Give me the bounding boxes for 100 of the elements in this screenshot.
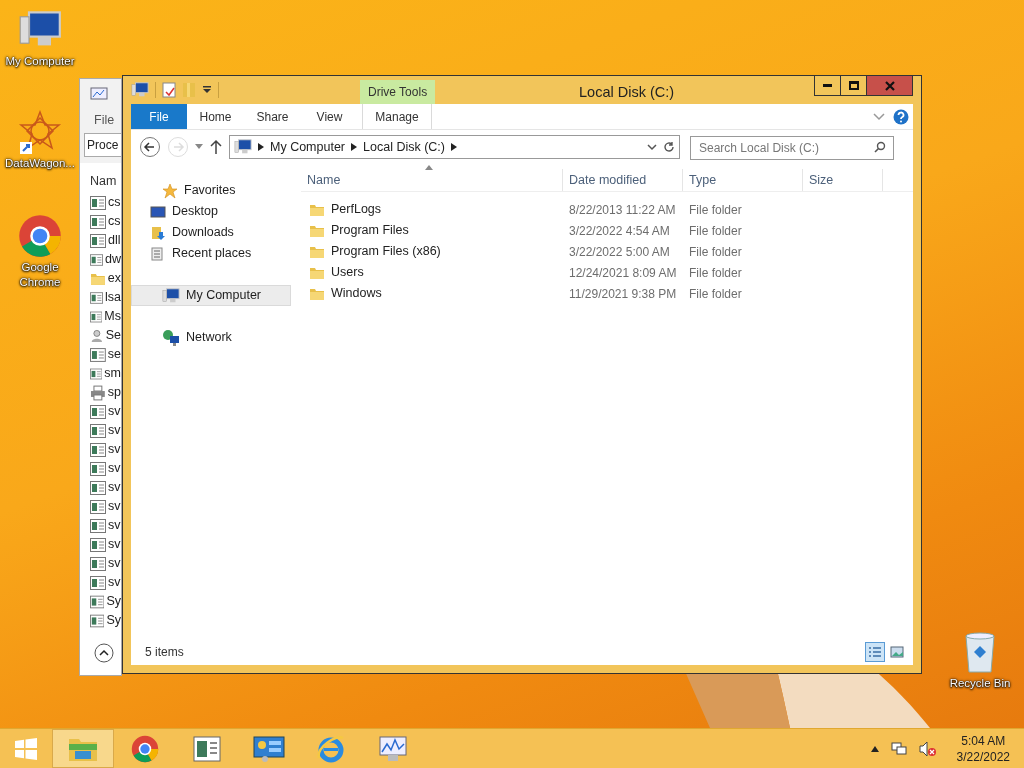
- tab[interactable]: Proce: [84, 133, 121, 157]
- nav-item[interactable]: Network: [131, 327, 291, 348]
- window-icon: [90, 233, 106, 248]
- recent-places-icon: [150, 245, 166, 262]
- column-header[interactable]: Size: [803, 169, 883, 191]
- chart-window-icon: [90, 87, 108, 103]
- process-name: sv: [108, 441, 121, 459]
- process-name: Se: [105, 327, 121, 345]
- process-name: sm: [104, 365, 121, 383]
- address-bar[interactable]: My Computer Local Disk (C:): [229, 135, 680, 159]
- chrome-icon: [18, 214, 62, 258]
- recent-locations-caret-icon[interactable]: [195, 144, 203, 150]
- process-name: Sy: [106, 593, 121, 611]
- nav-item[interactable]: Desktop: [131, 201, 291, 222]
- user-icon: [90, 327, 104, 344]
- column-header[interactable]: Date modified: [563, 169, 683, 191]
- process-name: cs: [108, 194, 121, 212]
- desktop-icon: [150, 203, 166, 220]
- taskbar-button[interactable]: [52, 729, 114, 768]
- breadcrumb-arrow-icon[interactable]: [351, 143, 358, 151]
- process-name: sv: [108, 536, 121, 554]
- process-name: Ms: [104, 308, 121, 326]
- process-name: sp: [107, 384, 121, 402]
- performance-monitor-icon: [378, 734, 408, 763]
- nav-item[interactable]: Downloads: [131, 222, 291, 243]
- ribbon-tab[interactable]: Home: [187, 104, 244, 129]
- process-name: sv: [108, 498, 121, 516]
- chevron-down-icon[interactable]: [647, 143, 657, 151]
- column-header[interactable]: Name: [301, 169, 563, 191]
- nav-item[interactable]: My Computer: [131, 285, 291, 306]
- help-icon[interactable]: [893, 108, 909, 125]
- show-hidden-icons-icon[interactable]: [870, 745, 879, 752]
- window-icon: [90, 423, 106, 438]
- breadcrumb-item[interactable]: Local Disk (C:): [363, 137, 445, 157]
- file-type: File folder: [688, 264, 743, 282]
- date-modified: 3/22/2022 4:54 AM: [568, 222, 671, 240]
- column-header[interactable]: Nam: [90, 169, 121, 193]
- window-icon: [90, 290, 103, 305]
- file-name[interactable]: PerfLogs: [331, 200, 382, 219]
- ribbon-tab[interactable]: View: [301, 104, 358, 129]
- star-icon: [162, 182, 178, 199]
- date-modified: 3/22/2022 5:00 AM: [568, 243, 671, 261]
- dropdown-caret-icon[interactable]: [202, 85, 212, 95]
- ribbon-tab[interactable]: Manage: [362, 104, 432, 129]
- menu-item[interactable]: File: [80, 109, 121, 131]
- refresh-icon[interactable]: [663, 141, 675, 153]
- breadcrumb-arrow-icon[interactable]: [451, 143, 457, 151]
- window-icon: [90, 499, 106, 514]
- file-name[interactable]: Users: [331, 263, 364, 282]
- chrome-icon: [131, 734, 159, 763]
- ribbon-tab[interactable]: Share: [244, 104, 301, 129]
- window-icon: [90, 252, 103, 267]
- ribbon-tab[interactable]: File: [131, 104, 187, 129]
- file-type: File folder: [688, 285, 743, 303]
- collapse-icon[interactable]: [94, 643, 114, 663]
- process-name: Sy: [106, 612, 121, 630]
- search-icon: [874, 141, 886, 153]
- breadcrumb-item[interactable]: My Computer: [270, 137, 346, 157]
- forward-icon: [167, 136, 189, 158]
- date-modified: 8/22/2013 11:22 AM: [568, 201, 677, 219]
- tiles-icon: [890, 646, 904, 658]
- window-icon: [90, 575, 106, 590]
- breadcrumb-arrow-icon[interactable]: [258, 143, 264, 151]
- properties-icon[interactable]: [162, 82, 176, 98]
- process-name: se: [107, 346, 121, 364]
- up-arrow-icon[interactable]: [209, 139, 223, 155]
- window-icon: [193, 735, 221, 762]
- back-icon[interactable]: [139, 136, 161, 158]
- speaker-muted-icon[interactable]: [918, 740, 937, 757]
- date-modified: 11/29/2021 9:38 PM: [568, 285, 678, 303]
- network-icon[interactable]: [890, 740, 907, 757]
- window-icon: [90, 537, 106, 552]
- printer-icon: [90, 384, 106, 401]
- process-name: ex: [107, 270, 121, 288]
- file-type: File folder: [688, 222, 743, 240]
- close-button[interactable]: [867, 76, 912, 95]
- search-field[interactable]: Search Local Disk (C:): [690, 136, 894, 160]
- clock-time[interactable]: 5:04 AM: [961, 732, 1006, 749]
- window-icon: [90, 347, 106, 362]
- clock-date[interactable]: 3/22/2022: [956, 748, 1010, 765]
- process-name: sv: [108, 517, 121, 535]
- column-header[interactable]: Type: [683, 169, 803, 191]
- details-view-button[interactable]: [865, 642, 885, 662]
- downloads-icon: [150, 224, 166, 241]
- file-name[interactable]: Program Files (x86): [331, 242, 441, 261]
- file-name[interactable]: Program Files: [331, 221, 409, 240]
- window-icon: [90, 214, 106, 229]
- nav-item[interactable]: Favorites: [131, 180, 291, 201]
- process-name: sv: [108, 403, 121, 421]
- drive-icon: [234, 138, 252, 156]
- file-name[interactable]: Windows: [331, 284, 382, 303]
- window-icon: [90, 404, 106, 419]
- recycle-bin-icon: [962, 630, 998, 674]
- computer-icon: [162, 286, 180, 305]
- browser-e-icon: [316, 733, 346, 764]
- sort-arrow-icon: [425, 165, 433, 170]
- process-name: sv: [108, 460, 121, 478]
- window-icon: [90, 556, 106, 571]
- nav-item[interactable]: Recent places: [131, 243, 291, 264]
- file-type: File folder: [688, 201, 743, 219]
